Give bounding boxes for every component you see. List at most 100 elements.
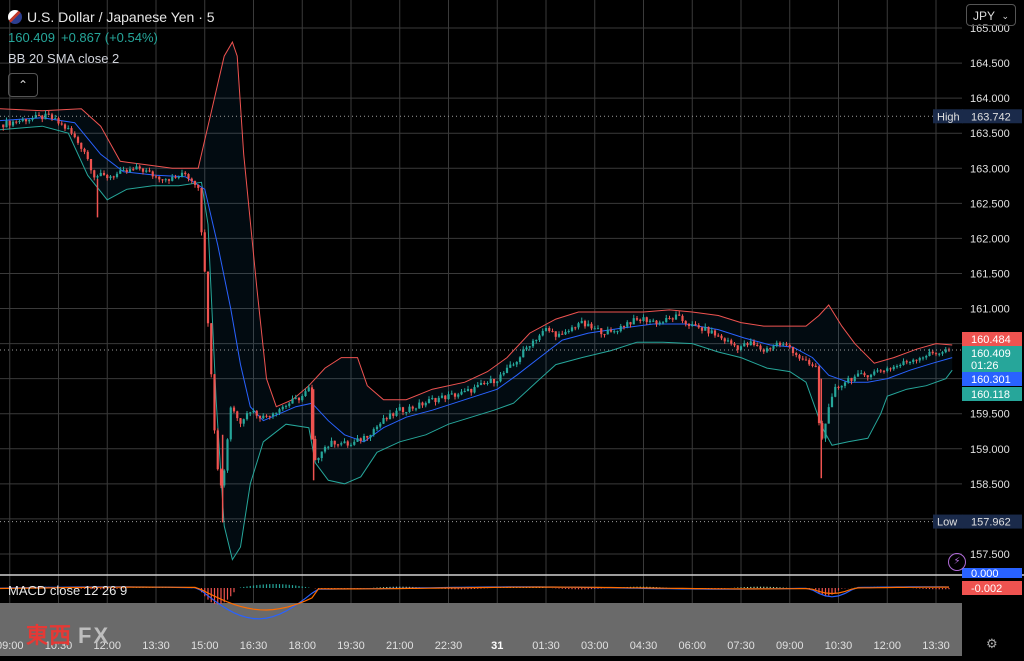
x-tick-label: 22:30 <box>435 640 463 652</box>
candle-body <box>492 378 496 384</box>
candle-body <box>717 335 720 337</box>
candle-body <box>593 328 596 330</box>
candle-body <box>509 364 512 368</box>
candle-body <box>187 174 190 179</box>
candle-body <box>788 344 791 348</box>
candle-body <box>171 176 174 181</box>
macd-legend[interactable]: MACD close 12 26 9 <box>8 583 127 598</box>
x-tick-label: 21:00 <box>386 640 414 652</box>
candle-body <box>684 321 687 324</box>
indicator-legend[interactable]: BB 20 SMA close 2 <box>8 51 119 66</box>
candle-body <box>135 166 138 170</box>
candle-body <box>37 115 41 117</box>
candle-body <box>603 334 606 336</box>
candle-body <box>814 365 817 367</box>
candle-body <box>275 412 278 414</box>
candle-body <box>499 374 502 382</box>
candle-body <box>372 429 375 435</box>
candle-body <box>252 410 255 413</box>
candle-body <box>15 121 18 123</box>
candle-body <box>2 124 5 128</box>
candle-body <box>730 340 733 344</box>
price-label-text: 160.484 <box>971 334 1011 346</box>
price-label-text: 160.301 <box>971 374 1011 386</box>
candle-body <box>834 386 837 397</box>
candle-body <box>548 328 551 331</box>
y-tick-label: 159.500 <box>970 409 1010 421</box>
candle-body <box>648 320 652 322</box>
y-tick-label: 164.000 <box>970 93 1010 105</box>
x-tick-label: 10:30 <box>825 640 853 652</box>
x-tick-label: 06:00 <box>678 640 706 652</box>
candle-body <box>210 323 213 375</box>
y-tick-label: 163.500 <box>970 128 1010 140</box>
candle-body <box>63 124 67 129</box>
candle-body <box>401 407 405 412</box>
candle-body <box>5 120 8 128</box>
candle-body <box>28 119 31 122</box>
gear-icon[interactable]: ⚙ <box>986 636 998 652</box>
x-tick-label: 19:30 <box>337 640 365 652</box>
logo-text: 東西 <box>26 623 73 648</box>
candle-body <box>622 326 626 328</box>
candle-body <box>551 330 554 332</box>
currency-selector[interactable]: JPY ⌄ <box>966 4 1016 26</box>
candle-body <box>752 341 756 345</box>
candle-body <box>203 232 206 272</box>
candle-body <box>421 402 424 406</box>
candle-body <box>304 391 307 397</box>
chevron-up-icon[interactable]: ⌃ <box>8 73 38 97</box>
low-tag-label: Low <box>937 517 957 529</box>
candle-body <box>434 397 437 403</box>
lightning-icon[interactable]: ⚡ <box>948 553 966 571</box>
x-tick-label: 03:00 <box>581 640 609 652</box>
bollinger-fill <box>0 42 953 560</box>
candle-body <box>96 176 99 178</box>
candle-body <box>905 361 908 363</box>
y-tick-label: 161.500 <box>970 268 1010 280</box>
macd-top-label: 0.000 <box>971 568 999 580</box>
candle-body <box>86 151 89 159</box>
candle-body <box>223 470 226 486</box>
candle-body <box>915 359 918 361</box>
price-chart[interactable]: 157.500158.000158.500159.000159.500160.0… <box>0 0 1024 656</box>
candle-body <box>772 345 775 349</box>
candle-body <box>629 322 632 325</box>
candle-body <box>632 318 635 325</box>
candle-body <box>811 364 814 366</box>
chart-stage[interactable]: 157.500158.000158.500159.000159.500160.0… <box>0 0 1024 656</box>
candle-body <box>47 113 50 115</box>
candle-body <box>128 169 132 172</box>
x-tick-label: 13:30 <box>922 640 950 652</box>
low-price-label: 157.962 <box>971 517 1011 529</box>
candle-body <box>184 172 187 175</box>
candle-body <box>483 382 486 384</box>
candle-body <box>616 331 619 333</box>
y-tick-label: 164.500 <box>970 58 1010 70</box>
candle-body <box>882 370 886 372</box>
candle-body <box>645 317 648 322</box>
candle-body <box>908 361 912 363</box>
candle-body <box>889 368 892 370</box>
candle-body <box>691 324 694 327</box>
candle-body <box>444 395 447 400</box>
candle-body <box>258 415 262 419</box>
candle-body <box>775 342 778 346</box>
candle-body <box>151 171 154 177</box>
candle-body <box>886 368 889 371</box>
macd-value-label: -0.002 <box>971 583 1002 595</box>
candle-body <box>827 407 830 424</box>
candle-body <box>349 444 353 446</box>
candle-body <box>73 133 76 138</box>
x-tick-label: 09:00 <box>776 640 804 652</box>
candle-body <box>414 408 418 410</box>
candle-body <box>80 142 83 149</box>
candle-body <box>941 352 944 354</box>
candle-body <box>749 341 752 346</box>
candle-body <box>109 176 112 179</box>
candle-body <box>102 172 106 175</box>
candle-body <box>447 394 450 400</box>
candle-body <box>707 326 710 334</box>
candle-body <box>340 443 343 445</box>
candle-body <box>535 340 538 342</box>
